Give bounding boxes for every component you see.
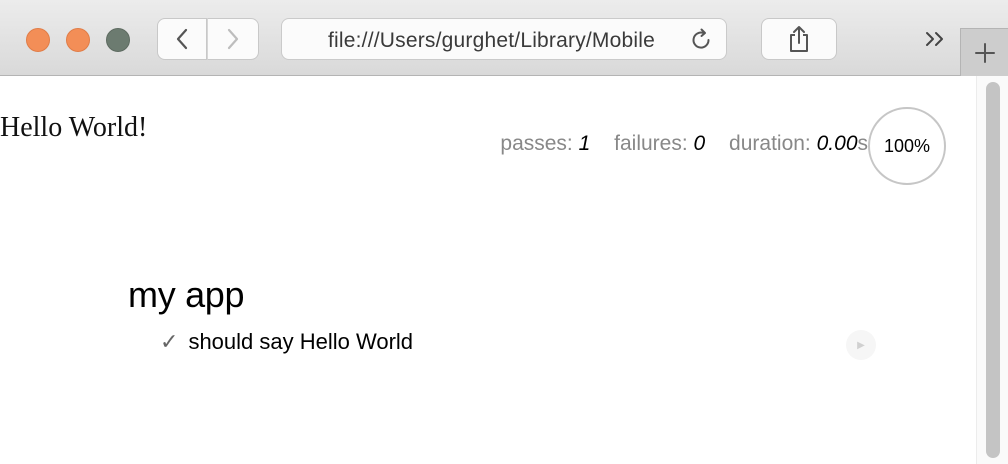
page-content: Hello World! passes: 1 failures: 0 durat… bbox=[0, 76, 976, 464]
chevron-right-icon bbox=[227, 28, 239, 50]
reload-icon[interactable] bbox=[688, 27, 714, 53]
url-text[interactable]: file:///Users/gurghet/Library/Mobile bbox=[328, 29, 668, 53]
browser-toolbar: file:///Users/gurghet/Library/Mobile bbox=[0, 0, 1008, 76]
share-icon bbox=[790, 26, 808, 52]
back-button[interactable] bbox=[157, 18, 207, 60]
replay-button[interactable]: ▶ bbox=[846, 330, 876, 360]
duration-label: duration: bbox=[729, 132, 811, 155]
check-icon: ✓ bbox=[160, 329, 179, 354]
page-heading: Hello World! bbox=[0, 112, 148, 143]
scrollbar-thumb[interactable] bbox=[986, 82, 1000, 458]
progress-indicator: 100% bbox=[868, 107, 946, 185]
test-item: ✓ should say Hello World bbox=[160, 329, 413, 355]
passes-stat[interactable]: passes: 1 bbox=[500, 132, 596, 155]
duration-stat: duration: 0.00s bbox=[729, 132, 868, 155]
double-chevron-right-icon bbox=[926, 32, 943, 46]
address-bar[interactable]: file:///Users/gurghet/Library/Mobile bbox=[281, 18, 727, 60]
toolbar-overflow-button[interactable] bbox=[918, 22, 952, 56]
share-button[interactable] bbox=[761, 18, 837, 60]
suite-title[interactable]: my app bbox=[128, 274, 245, 316]
failures-value: 0 bbox=[693, 132, 706, 155]
duration-unit: s bbox=[857, 132, 869, 155]
plus-icon bbox=[974, 42, 995, 63]
new-tab-button[interactable] bbox=[960, 28, 1008, 76]
test-title[interactable]: should say Hello World bbox=[188, 329, 413, 355]
failures-stat[interactable]: failures: 0 bbox=[614, 132, 711, 155]
duration-value: 0.00 bbox=[816, 132, 858, 155]
chevron-left-icon bbox=[176, 28, 188, 50]
passes-value: 1 bbox=[578, 132, 591, 155]
failures-label: failures: bbox=[614, 132, 688, 155]
minimize-window-button[interactable] bbox=[66, 28, 90, 52]
vertical-scrollbar[interactable] bbox=[976, 76, 1008, 464]
mocha-stats: passes: 1 failures: 0 duration: 0.00s bbox=[482, 132, 868, 156]
forward-button[interactable] bbox=[207, 18, 259, 60]
close-window-button[interactable] bbox=[26, 28, 50, 52]
zoom-window-button[interactable] bbox=[106, 28, 130, 52]
passes-label: passes: bbox=[500, 132, 573, 155]
